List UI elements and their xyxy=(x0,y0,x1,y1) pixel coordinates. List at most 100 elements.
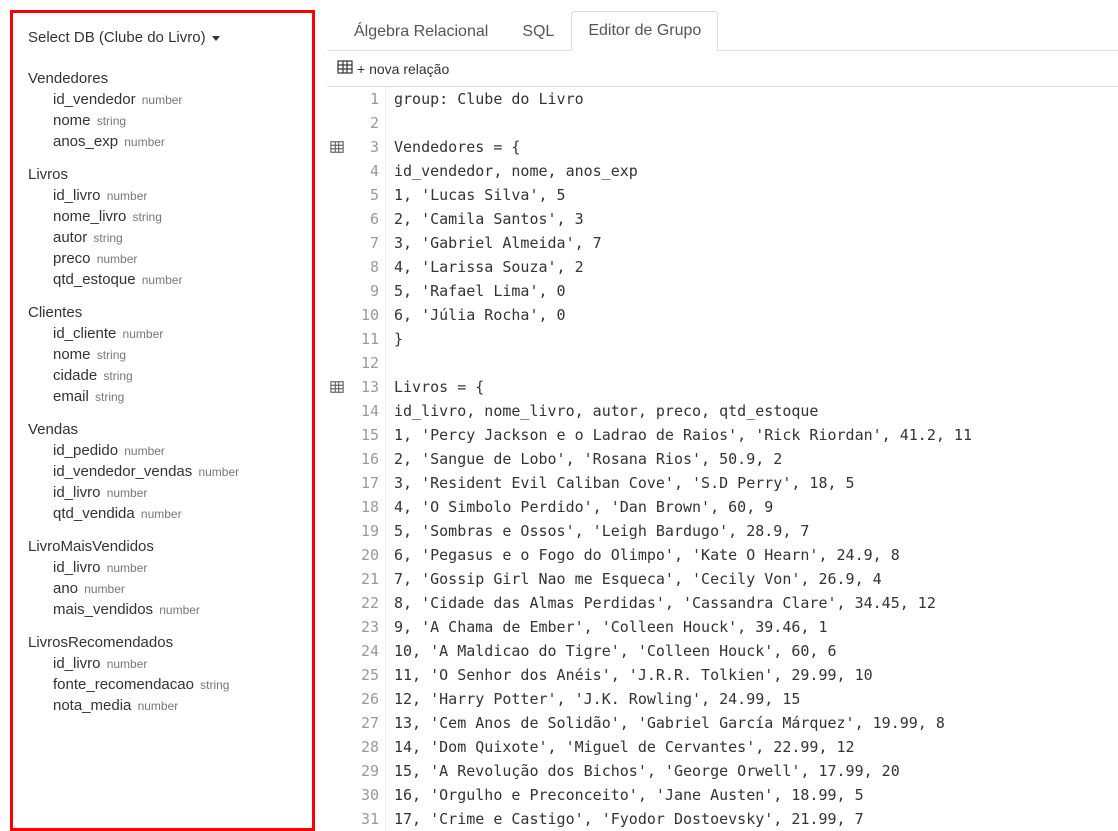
code-line[interactable]: 2, 'Camila Santos', 3 xyxy=(394,207,1118,231)
code-line[interactable]: 12, 'Harry Potter', 'J.K. Rowling', 24.9… xyxy=(394,687,1118,711)
code-line[interactable] xyxy=(394,111,1118,135)
code-line[interactable]: 7, 'Gossip Girl Nao me Esqueca', 'Cecily… xyxy=(394,567,1118,591)
code-line[interactable] xyxy=(394,351,1118,375)
line-number: 22 xyxy=(347,591,379,615)
code-line[interactable]: 13, 'Cem Anos de Solidão', 'Gabriel Garc… xyxy=(394,711,1118,735)
column-row[interactable]: id_vendedor_vendas number xyxy=(13,461,312,482)
column-row[interactable]: id_cliente number xyxy=(13,323,312,344)
column-type: number xyxy=(107,657,148,671)
column-name: fonte_recomendacao xyxy=(53,676,198,693)
code-line[interactable]: 3, 'Gabriel Almeida', 7 xyxy=(394,231,1118,255)
tab[interactable]: Álgebra Relacional xyxy=(337,12,505,51)
code-line[interactable]: 14, 'Dom Quixote', 'Miguel de Cervantes'… xyxy=(394,735,1118,759)
column-row[interactable]: ano number xyxy=(13,578,312,599)
table-icon[interactable] xyxy=(327,375,347,399)
table-name[interactable]: LivroMaisVendidos xyxy=(13,534,312,557)
code-line[interactable]: 1, 'Percy Jackson e o Ladrao de Raios', … xyxy=(394,423,1118,447)
code-line[interactable]: group: Clube do Livro xyxy=(394,87,1118,111)
column-row[interactable]: anos_exp number xyxy=(13,131,312,152)
column-type: number xyxy=(123,327,164,341)
column-type: number xyxy=(124,135,165,149)
column-type: number xyxy=(198,465,239,479)
column-row[interactable]: nome string xyxy=(13,344,312,365)
code-line[interactable]: 4, 'Larissa Souza', 2 xyxy=(394,255,1118,279)
column-row[interactable]: autor string xyxy=(13,227,312,248)
column-row[interactable]: id_pedido number xyxy=(13,440,312,461)
line-number: 17 xyxy=(347,471,379,495)
gutter-icon-slot xyxy=(327,207,347,231)
db-selector[interactable]: Select DB (Clube do Livro) xyxy=(13,21,312,56)
column-type: number xyxy=(142,93,183,107)
line-number: 3 xyxy=(347,135,379,159)
column-row[interactable]: id_livro number xyxy=(13,557,312,578)
line-number: 29 xyxy=(347,759,379,783)
table-name[interactable]: Vendedores xyxy=(13,66,312,89)
line-number: 9 xyxy=(347,279,379,303)
code-content[interactable]: group: Clube do Livro Vendedores = {id_ve… xyxy=(386,87,1118,831)
code-line[interactable]: } xyxy=(394,327,1118,351)
column-type: number xyxy=(97,252,138,266)
code-line[interactable]: Livros = { xyxy=(394,375,1118,399)
column-type: number xyxy=(159,603,200,617)
column-row[interactable]: id_livro number xyxy=(13,185,312,206)
column-name: preco xyxy=(53,250,95,267)
column-row[interactable]: cidade string xyxy=(13,365,312,386)
code-line[interactable]: id_vendedor, nome, anos_exp xyxy=(394,159,1118,183)
column-row[interactable]: email string xyxy=(13,386,312,407)
new-relation-label: + nova relação xyxy=(357,61,449,77)
code-line[interactable]: 3, 'Resident Evil Caliban Cove', 'S.D Pe… xyxy=(394,471,1118,495)
column-type: string xyxy=(103,369,132,383)
code-line[interactable]: 9, 'A Chama de Ember', 'Colleen Houck', … xyxy=(394,615,1118,639)
gutter-icon-slot xyxy=(327,423,347,447)
code-editor[interactable]: 1234567891011121314151617181920212223242… xyxy=(327,87,1118,831)
gutter-icon-slot xyxy=(327,255,347,279)
code-line[interactable]: 10, 'A Maldicao do Tigre', 'Colleen Houc… xyxy=(394,639,1118,663)
code-line[interactable]: Vendedores = { xyxy=(394,135,1118,159)
code-line[interactable]: 6, 'Pegasus e o Fogo do Olimpo', 'Kate O… xyxy=(394,543,1118,567)
column-row[interactable]: id_vendedor number xyxy=(13,89,312,110)
gutter-icon-slot xyxy=(327,807,347,831)
code-line[interactable]: 1, 'Lucas Silva', 5 xyxy=(394,183,1118,207)
column-row[interactable]: nome_livro string xyxy=(13,206,312,227)
code-line[interactable]: 5, 'Rafael Lima', 0 xyxy=(394,279,1118,303)
code-line[interactable]: 11, 'O Senhor dos Anéis', 'J.R.R. Tolkie… xyxy=(394,663,1118,687)
table-name[interactable]: LivrosRecomendados xyxy=(13,630,312,653)
new-relation-button[interactable]: + nova relação xyxy=(333,57,453,80)
column-row[interactable]: preco number xyxy=(13,248,312,269)
code-line[interactable]: 2, 'Sangue de Lobo', 'Rosana Rios', 50.9… xyxy=(394,447,1118,471)
tab[interactable]: Editor de Grupo xyxy=(571,11,718,51)
column-row[interactable]: nome string xyxy=(13,110,312,131)
column-row[interactable]: id_livro number xyxy=(13,482,312,503)
code-line[interactable]: 15, 'A Revolução dos Bichos', 'George Or… xyxy=(394,759,1118,783)
line-number: 8 xyxy=(347,255,379,279)
code-line[interactable]: 8, 'Cidade das Almas Perdidas', 'Cassand… xyxy=(394,591,1118,615)
code-line[interactable]: id_livro, nome_livro, autor, preco, qtd_… xyxy=(394,399,1118,423)
column-row[interactable]: fonte_recomendacao string xyxy=(13,674,312,695)
tabs: Álgebra RelacionalSQLEditor de Grupo xyxy=(327,10,1118,51)
gutter-icons xyxy=(327,87,347,831)
column-name: id_pedido xyxy=(53,442,122,459)
table-name[interactable]: Livros xyxy=(13,162,312,185)
column-row[interactable]: qtd_vendida number xyxy=(13,503,312,524)
code-line[interactable]: 4, 'O Simbolo Perdido', 'Dan Brown', 60,… xyxy=(394,495,1118,519)
column-type: number xyxy=(107,561,148,575)
column-row[interactable]: id_livro number xyxy=(13,653,312,674)
gutter-icon-slot xyxy=(327,783,347,807)
column-row[interactable]: mais_vendidos number xyxy=(13,599,312,620)
column-row[interactable]: qtd_estoque number xyxy=(13,269,312,290)
gutter-icon-slot xyxy=(327,615,347,639)
table-icon[interactable] xyxy=(327,135,347,159)
code-line[interactable]: 6, 'Júlia Rocha', 0 xyxy=(394,303,1118,327)
code-line[interactable]: 5, 'Sombras e Ossos', 'Leigh Bardugo', 2… xyxy=(394,519,1118,543)
table-name[interactable]: Vendas xyxy=(13,417,312,440)
code-line[interactable]: 16, 'Orgulho e Preconceito', 'Jane Auste… xyxy=(394,783,1118,807)
gutter-icon-slot xyxy=(327,303,347,327)
line-number: 31 xyxy=(347,807,379,831)
column-type: string xyxy=(97,114,126,128)
line-number: 25 xyxy=(347,663,379,687)
tab[interactable]: SQL xyxy=(505,12,571,51)
code-line[interactable]: 17, 'Crime e Castigo', 'Fyodor Dostoevsk… xyxy=(394,807,1118,831)
column-row[interactable]: nota_media number xyxy=(13,695,312,716)
table-name[interactable]: Clientes xyxy=(13,300,312,323)
table-block: LivrosRecomendadosid_livro numberfonte_r… xyxy=(13,630,312,716)
